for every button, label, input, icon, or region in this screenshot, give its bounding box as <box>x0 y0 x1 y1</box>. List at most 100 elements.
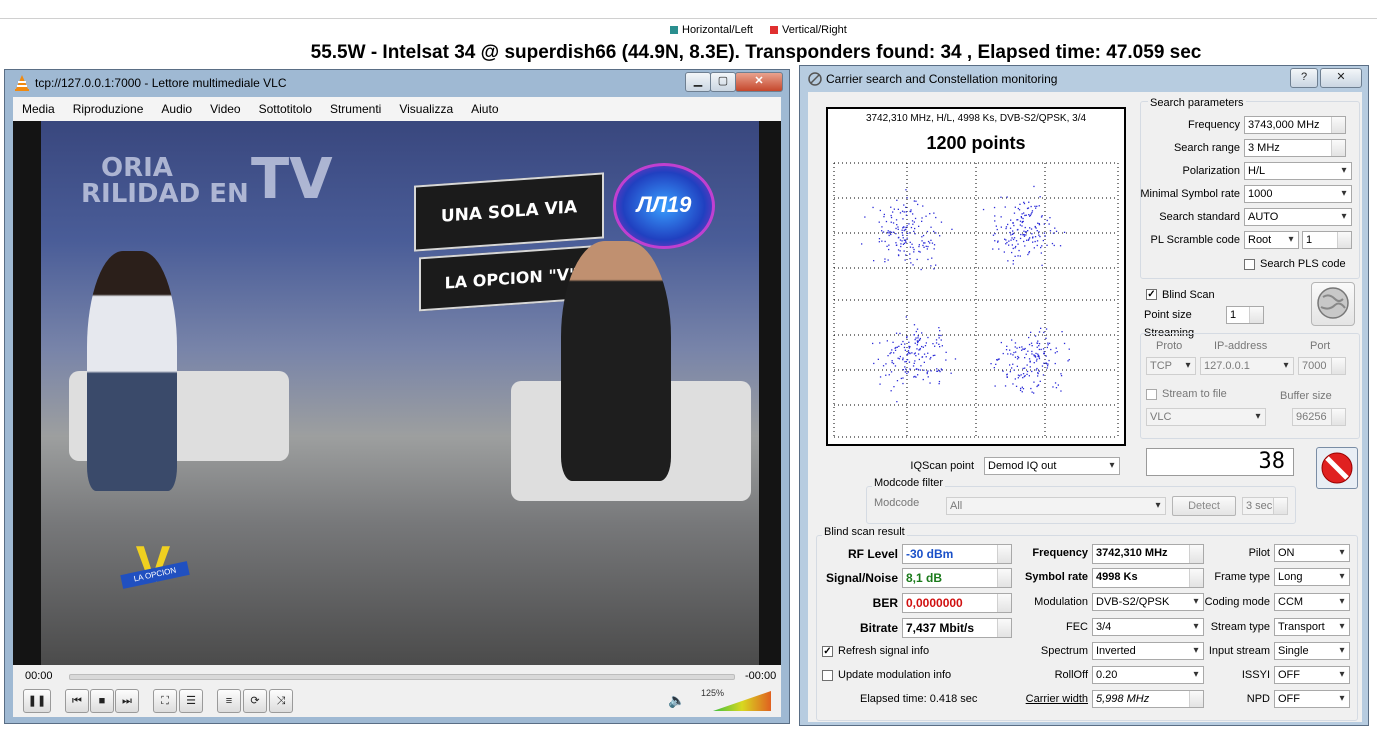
constellation-point <box>930 370 932 372</box>
next-button[interactable]: ⏭ <box>115 689 139 713</box>
seek-slider[interactable] <box>69 674 735 680</box>
constellation-point <box>877 358 879 360</box>
constellation-point <box>908 223 910 225</box>
menu-riproduzione[interactable]: Riproduzione <box>64 102 153 116</box>
blind-scan-checkbox[interactable]: ✓ <box>1146 289 1157 300</box>
coding-mode-select[interactable]: CCM <box>1274 593 1350 611</box>
legend-horizontal-label: Horizontal/Left <box>682 24 753 36</box>
vlc-window: tcp://127.0.0.1:7000 - Lettore multimedi… <box>4 69 790 724</box>
menu-visualizza[interactable]: Visualizza <box>390 102 462 116</box>
fullscreen-button[interactable]: ⛶ <box>153 689 177 713</box>
frame-type-select[interactable]: Long <box>1274 568 1350 586</box>
menu-aiuto[interactable]: Aiuto <box>462 102 507 116</box>
constellation-point <box>1009 371 1011 373</box>
player-select[interactable]: VLC <box>1146 408 1266 426</box>
constellation-point <box>1029 237 1031 239</box>
shuffle-button[interactable]: ⤨ <box>269 689 293 713</box>
rolloff-select[interactable]: 0.20 <box>1092 666 1204 684</box>
constellation-point <box>916 328 919 330</box>
port-input[interactable]: 7000 <box>1298 357 1346 375</box>
constellation-point <box>996 228 998 231</box>
detect-button[interactable]: Detect <box>1172 496 1236 516</box>
constellation-point <box>1055 230 1058 232</box>
constellation-point <box>923 246 925 248</box>
constellation-point <box>1006 373 1008 375</box>
minimize-button[interactable]: ▁ <box>685 72 711 92</box>
pl-scramble-mode-select[interactable]: Root <box>1244 231 1299 249</box>
polarization-select[interactable]: H/L <box>1244 162 1352 180</box>
frame-type-label: Frame type <box>1214 571 1270 583</box>
proto-select[interactable]: TCP <box>1146 357 1196 375</box>
search-range-input[interactable]: 3 MHz <box>1244 139 1346 157</box>
constellation-point <box>1030 342 1033 344</box>
constellation-point <box>993 367 995 369</box>
constellation-point <box>890 221 892 223</box>
stream-to-file-checkbox[interactable] <box>1146 389 1157 400</box>
carrier-width-label[interactable]: Carrier width <box>1008 693 1088 705</box>
backdrop-text: TV <box>251 147 333 212</box>
stop-scan-button[interactable] <box>1316 447 1358 489</box>
constellation-point <box>1063 342 1066 345</box>
fec-select[interactable]: 3/4 <box>1092 618 1204 636</box>
modulation-select[interactable]: DVB-S2/QPSK <box>1092 593 1204 611</box>
constellation-point <box>933 230 935 233</box>
frequency-input[interactable]: 3743,000 MHz <box>1244 116 1346 134</box>
cs-titlebar[interactable]: Carrier search and Constellation monitor… <box>800 66 1368 92</box>
min-symbol-rate-select[interactable]: 1000 <box>1244 185 1352 203</box>
constellation-point <box>1023 375 1025 378</box>
menu-video[interactable]: Video <box>201 102 249 116</box>
help-button[interactable]: ? <box>1290 68 1318 88</box>
pause-button[interactable]: ❚❚ <box>23 689 51 713</box>
npd-select[interactable]: OFF <box>1274 690 1350 708</box>
loop-button[interactable]: ⟳ <box>243 689 267 713</box>
constellation-point <box>898 358 901 360</box>
menu-audio[interactable]: Audio <box>152 102 201 116</box>
constellation-point <box>1002 370 1004 372</box>
stop-button[interactable]: ■ <box>90 689 114 713</box>
search-standard-select[interactable]: AUTO <box>1244 208 1352 226</box>
constellation-point <box>922 234 925 237</box>
speaker-icon[interactable]: 🔈 <box>668 692 685 709</box>
search-pls-checkbox[interactable] <box>1244 259 1255 270</box>
top-header: Horizontal/Left Vertical/Right 55.5W - I… <box>0 0 1377 70</box>
point-size-input[interactable]: 1 <box>1226 306 1264 324</box>
buffer-size-input[interactable]: 96256 <box>1292 408 1346 426</box>
constellation-point <box>1042 348 1045 350</box>
detect-time-input[interactable]: 3 sec <box>1242 497 1288 515</box>
world-button[interactable] <box>1311 282 1355 326</box>
menu-media[interactable]: Media <box>13 102 64 116</box>
close-button[interactable]: ✕ <box>735 72 783 92</box>
playlist-button[interactable]: ≡ <box>217 689 241 713</box>
constellation-point <box>1016 347 1018 349</box>
extended-settings-button[interactable]: ☰ <box>179 689 203 713</box>
constellation-point <box>873 362 875 365</box>
vlc-titlebar[interactable]: tcp://127.0.0.1:7000 - Lettore multimedi… <box>5 70 789 96</box>
constellation-point <box>906 372 908 375</box>
update-modulation-checkbox[interactable] <box>822 670 833 681</box>
video-area[interactable]: ORIA RILIDAD EN TV UNA SOLA VIA LA OPCIO… <box>13 121 781 665</box>
maximize-button[interactable]: ▢ <box>710 72 736 92</box>
previous-button[interactable]: ⏮ <box>65 689 89 713</box>
cs-window-title: Carrier search and Constellation monitor… <box>826 72 1058 86</box>
constellation-point <box>933 268 935 270</box>
constellation-point <box>1008 244 1010 246</box>
constellation-point <box>1021 213 1023 215</box>
issyi-select[interactable]: OFF <box>1274 666 1350 684</box>
elapsed-time: Elapsed time: 0.418 sec <box>860 693 978 705</box>
constellation-point <box>926 230 929 233</box>
stream-type-select[interactable]: Transport <box>1274 618 1350 636</box>
modcode-select[interactable]: All <box>946 497 1166 515</box>
constellation-point <box>994 385 996 387</box>
menu-sottotitolo[interactable]: Sottotitolo <box>250 102 321 116</box>
constellation-point <box>1063 231 1066 233</box>
pl-scramble-value-input[interactable]: 1 <box>1302 231 1352 249</box>
pilot-select[interactable]: ON <box>1274 544 1350 562</box>
cs-close-button[interactable]: ✕ <box>1320 68 1362 88</box>
input-stream-select[interactable]: Single <box>1274 642 1350 660</box>
menu-strumenti[interactable]: Strumenti <box>321 102 390 116</box>
ip-address-select[interactable]: 127.0.0.1 <box>1200 357 1294 375</box>
constellation-point <box>997 358 999 360</box>
spectrum-select[interactable]: Inverted <box>1092 642 1204 660</box>
iqscan-point-select[interactable]: Demod IQ out <box>984 457 1120 475</box>
refresh-signal-checkbox[interactable]: ✓ <box>822 646 833 657</box>
